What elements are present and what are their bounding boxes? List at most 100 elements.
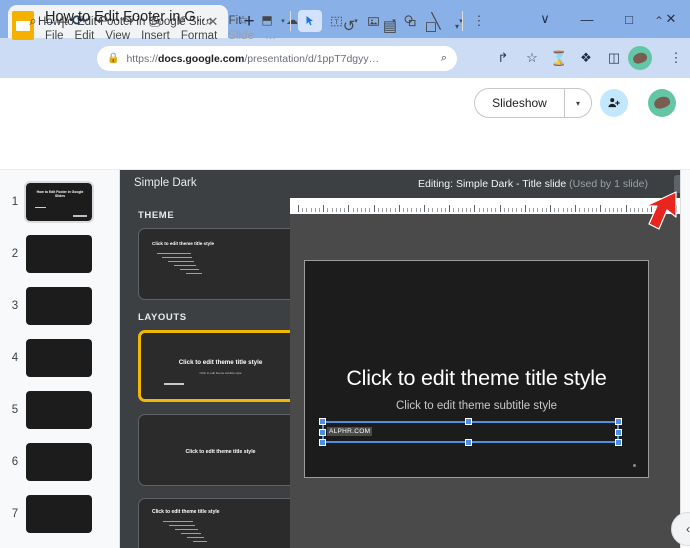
theme-layout-panel[interactable]: THEME Click to edit theme title style LA… <box>120 198 290 548</box>
collapse-toolbar-icon[interactable]: ⌃ <box>648 10 670 32</box>
slide-canvas[interactable]: Click to edit theme title style Click to… <box>290 214 680 548</box>
slide-thumbnail[interactable] <box>26 495 92 533</box>
list-item[interactable]: 5 <box>0 384 119 436</box>
slide-number: 2 <box>4 248 26 260</box>
slide-number: 1 <box>4 196 26 208</box>
slide-thumbnail[interactable]: How to Edit Footer in Google Slides <box>26 183 92 221</box>
slide-thumbnail[interactable] <box>26 287 92 325</box>
theme-master-thumbnail[interactable]: Click to edit theme title style <box>138 228 290 300</box>
lock-icon: 🔒 <box>107 53 119 64</box>
slide-number: 7 <box>4 508 26 520</box>
zoom-fit-label[interactable]: Fit <box>222 10 248 32</box>
tab-search-icon[interactable]: ∨ <box>525 0 565 38</box>
theme-editing-bar: Simple Dark Editing: Simple Dark - Title… <box>120 170 690 198</box>
slide-number: 4 <box>4 352 26 364</box>
redo-tool-icon[interactable]: ↷ <box>117 10 139 32</box>
layout-subtitle: Click to edit theme subtitle style <box>141 371 290 375</box>
list-item[interactable]: 6 <box>0 436 119 488</box>
line-tool-icon[interactable]: ╲ <box>425 10 447 32</box>
slide-thumbnail[interactable] <box>26 235 92 273</box>
new-slide-tool-icon[interactable]: ＋ <box>52 10 74 32</box>
thumbnail-rule <box>35 207 46 208</box>
browser-window: How to Edit Footer in Google Slid ✕ + ∨ … <box>0 0 690 548</box>
slide-number: 5 <box>4 404 26 416</box>
minimize-icon[interactable]: — <box>567 0 607 38</box>
side-panel-icon[interactable]: ◫ <box>603 47 625 69</box>
slide-list-panel[interactable]: 1 How to Edit Footer in Google Slides 2 … <box>0 170 120 548</box>
paint-format-tool-icon[interactable]: ✐ <box>171 10 193 32</box>
list-item[interactable]: 1 How to Edit Footer in Google Slides <box>0 176 119 228</box>
layout-title: Click to edit theme title style <box>152 509 220 515</box>
master-title: Click to edit theme title style <box>152 241 214 246</box>
selected-footer-textbox[interactable]: ALPHR.COM <box>322 421 619 443</box>
resize-handle-bl[interactable] <box>319 439 326 446</box>
more-options-icon[interactable]: ⋮ <box>468 10 490 32</box>
select-tool-icon[interactable] <box>298 10 322 32</box>
share-page-icon[interactable]: ↱ <box>492 47 514 69</box>
print-tool-icon[interactable]: ⎙ <box>144 10 166 32</box>
right-rail <box>680 170 690 548</box>
list-item[interactable]: 3 <box>0 280 119 332</box>
page-zoom-icon[interactable]: ⌕ <box>441 52 447 65</box>
url-text: https://docs.google.com/presentation/d/1… <box>126 53 433 65</box>
slide-thumbnail[interactable] <box>26 339 92 377</box>
resize-handle-bc[interactable] <box>465 439 472 446</box>
ruler-ticks <box>298 205 684 212</box>
resize-handle-tl[interactable] <box>319 418 326 425</box>
downloads-icon[interactable]: ⌛ <box>548 47 570 69</box>
maximize-icon[interactable]: □ <box>609 0 649 38</box>
horizontal-ruler <box>290 198 690 214</box>
layout-thumbnail-section-header[interactable]: Click to edit theme title style <box>138 414 290 486</box>
footer-placeholder-text[interactable]: ALPHR.COM <box>327 427 372 436</box>
resize-handle-mr[interactable] <box>615 429 622 436</box>
profile-avatar[interactable] <box>628 46 652 70</box>
slide-thumbnail[interactable] <box>26 391 92 429</box>
extensions-puzzle-icon[interactable]: ❖ <box>575 47 597 69</box>
textbox-tool-icon[interactable]: T <box>325 10 347 32</box>
address-bar[interactable]: 🔒 https://docs.google.com/presentation/d… <box>97 46 457 71</box>
layout-thumbnail-title-slide[interactable]: Click to edit theme title style Click to… <box>138 330 290 402</box>
theme-section-heading: THEME <box>138 210 290 221</box>
add-person-icon <box>607 96 621 110</box>
list-item[interactable]: 4 <box>0 332 119 384</box>
red-arrow-cursor <box>636 190 678 234</box>
user-avatar[interactable] <box>648 89 676 117</box>
list-item[interactable]: 7 <box>0 488 119 540</box>
slide-number: 6 <box>4 456 26 468</box>
workspace: 1 How to Edit Footer in Google Slides 2 … <box>0 170 690 548</box>
editing-status-label: Editing: Simple Dark - Title slide (Used… <box>418 178 648 190</box>
layout-title: Click to edit theme title style <box>139 449 290 455</box>
resize-handle-br[interactable] <box>615 439 622 446</box>
slide-number: 3 <box>4 300 26 312</box>
search-tool-icon[interactable]: ⌕ <box>22 10 44 32</box>
chrome-menu-icon[interactable]: ⋮ <box>665 47 687 69</box>
resize-handle-tc[interactable] <box>465 418 472 425</box>
toolbar-separator <box>290 11 291 31</box>
undo-tool-icon[interactable]: ↶ <box>91 10 113 32</box>
used-by-count: (Used by 1 slide) <box>569 178 648 190</box>
thumbnail-title: How to Edit Footer in Google Slides <box>35 190 85 199</box>
slide-thumbnail[interactable] <box>26 443 92 481</box>
list-item[interactable]: 2 <box>0 228 119 280</box>
resize-handle-ml[interactable] <box>319 429 326 436</box>
active-slide[interactable]: Click to edit theme title style Click to… <box>304 260 649 478</box>
resize-handle-tr[interactable] <box>615 418 622 425</box>
master-bullets <box>157 253 227 277</box>
image-tool-icon[interactable] <box>362 10 384 32</box>
svg-text:T: T <box>334 19 338 26</box>
layout-bullets <box>163 521 233 545</box>
slide-subtitle-placeholder[interactable]: Click to edit theme subtitle style <box>323 400 630 412</box>
zoom-tool-icon[interactable]: ⌕ <box>198 10 220 32</box>
bookmark-star-icon[interactable]: ☆ <box>521 47 543 69</box>
slide-corner-dot <box>633 464 636 467</box>
slides-toolbar <box>0 130 690 170</box>
layout-title: Click to edit theme title style <box>141 359 290 366</box>
slideshow-button[interactable]: Slideshow <box>474 88 564 118</box>
slide-title-placeholder[interactable]: Click to edit theme title style <box>323 366 630 391</box>
shape-tool-icon[interactable] <box>399 10 421 32</box>
thumbnail-footer-mark <box>73 215 87 217</box>
layout-thumbnail-title-body[interactable]: Click to edit theme title style <box>138 498 290 548</box>
theme-name-label: Simple Dark <box>134 177 197 189</box>
share-button[interactable] <box>600 89 628 117</box>
layout-footer-mark <box>164 383 184 385</box>
